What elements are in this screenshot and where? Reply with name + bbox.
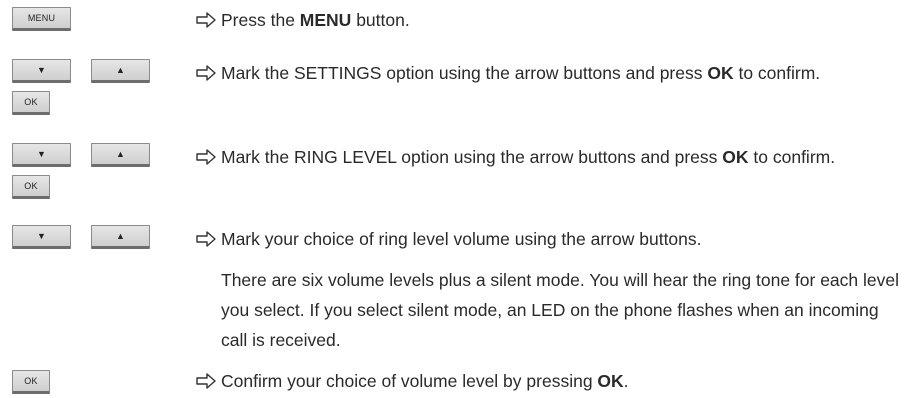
right-arrow-icon bbox=[196, 366, 218, 396]
menu-key[interactable]: MENU bbox=[12, 7, 71, 31]
down-arrow-key[interactable]: ▼ bbox=[12, 143, 71, 167]
instruction-step: Mark the RING LEVEL option using the arr… bbox=[196, 142, 896, 172]
instruction-step: Mark the SETTINGS option using the arrow… bbox=[196, 58, 896, 88]
instruction-step: Press the MENU button. bbox=[196, 5, 896, 35]
instruction-step: Mark your choice of ring level volume us… bbox=[196, 224, 896, 254]
right-arrow-icon bbox=[196, 5, 218, 35]
note-paragraph: There are six volume levels plus a silen… bbox=[221, 270, 900, 350]
right-arrow-icon bbox=[196, 58, 218, 88]
up-arrow-key[interactable]: ▲ bbox=[91, 59, 150, 83]
down-arrow-key[interactable]: ▼ bbox=[12, 225, 71, 249]
right-arrow-icon bbox=[196, 142, 218, 172]
ok-key[interactable]: OK bbox=[12, 91, 50, 115]
up-arrow-key[interactable]: ▲ bbox=[91, 143, 150, 167]
down-arrow-key[interactable]: ▼ bbox=[12, 59, 71, 83]
ok-key[interactable]: OK bbox=[12, 370, 50, 394]
ok-key[interactable]: OK bbox=[12, 175, 50, 199]
right-arrow-icon bbox=[196, 224, 218, 254]
up-arrow-key[interactable]: ▲ bbox=[91, 225, 150, 249]
instruction-step: Confirm your choice of volume level by p… bbox=[196, 366, 896, 396]
